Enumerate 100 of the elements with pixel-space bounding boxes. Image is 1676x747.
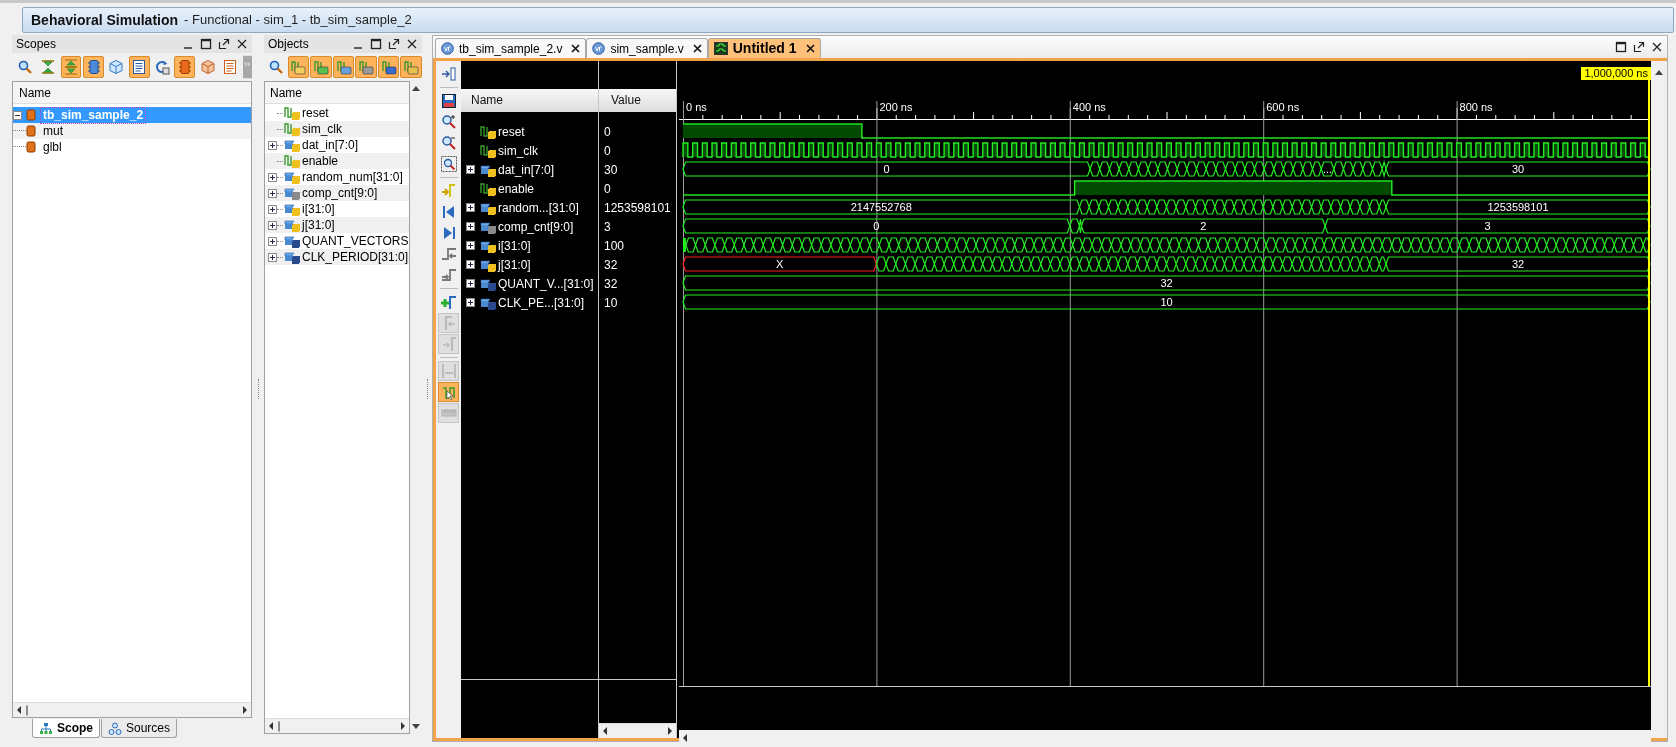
signal-name[interactable]: QUANT_V...[31:0] <box>498 274 594 293</box>
scroll-left-icon[interactable] <box>601 726 609 736</box>
expand-icon[interactable] <box>466 298 475 307</box>
scroll-right-icon[interactable] <box>241 705 249 715</box>
tree-item[interactable]: glbl <box>41 139 64 155</box>
scroll-right-icon[interactable] <box>399 721 407 731</box>
float-icon[interactable] <box>388 38 400 50</box>
expand-icon[interactable] <box>466 203 475 212</box>
add-marker-icon <box>440 294 457 310</box>
dock-icon <box>440 66 457 82</box>
scroll-up-icon[interactable] <box>1655 69 1663 75</box>
signal-name[interactable]: sim_clk <box>498 141 538 160</box>
close-icon[interactable] <box>805 44 815 53</box>
snap-icon <box>440 384 457 400</box>
scroll-down-icon[interactable] <box>412 724 420 730</box>
maximize-icon[interactable] <box>370 38 382 50</box>
time-tick-label: 0 ns <box>686 101 707 113</box>
bus-value: 32 <box>1160 277 1173 289</box>
signal-name[interactable]: dat_in[7:0] <box>498 160 555 179</box>
panel-tab[interactable]: Scope <box>32 719 100 738</box>
signal-value: 32 <box>604 256 618 274</box>
maximize-icon[interactable] <box>200 38 212 50</box>
sources-icon <box>108 721 122 735</box>
bus-value: ... <box>1322 163 1333 175</box>
expand-icon[interactable] <box>268 140 277 150</box>
object-item[interactable]: dat_in[7:0] <box>302 136 359 154</box>
expand-icon[interactable] <box>268 236 277 246</box>
tree-item[interactable]: mut <box>41 123 65 139</box>
expand-all-button[interactable] <box>60 56 82 78</box>
signal-name[interactable]: enable <box>498 179 535 198</box>
close-icon[interactable] <box>406 38 418 50</box>
signal-name[interactable]: j[31:0] <box>498 255 531 274</box>
zoom-fit-button[interactable] <box>438 154 459 174</box>
signal-name[interactable]: comp_cnt[9:0] <box>498 217 574 236</box>
scroll-right-icon[interactable] <box>666 726 674 736</box>
float-icon[interactable] <box>218 38 230 50</box>
expand-icon[interactable] <box>268 188 277 198</box>
bus-value: 1253598101 <box>1487 201 1549 213</box>
editor-tab[interactable]: tb_sim_sample_2.v <box>435 38 587 58</box>
search-icon <box>267 59 284 75</box>
maximize-icon[interactable] <box>1615 41 1627 53</box>
column-header[interactable]: Name <box>265 82 409 104</box>
object-item[interactable]: i[31:0] <box>302 200 335 218</box>
object-item[interactable]: reset <box>302 104 329 122</box>
signal-value: 32 <box>604 275 618 293</box>
signal-filter-button[interactable] <box>377 56 400 78</box>
cursor-line[interactable] <box>1648 79 1651 686</box>
object-item[interactable]: random_num[31:0] <box>302 168 403 186</box>
snap-button[interactable] <box>438 382 459 402</box>
chip-button[interactable] <box>83 56 105 78</box>
expand-icon[interactable] <box>466 222 475 231</box>
signal-name[interactable]: random...[31:0] <box>498 198 579 217</box>
close-icon[interactable] <box>692 44 702 53</box>
column-header[interactable]: Value <box>599 89 676 112</box>
object-item[interactable]: QUANT_VECTORS <box>302 232 409 250</box>
signal-value: 30 <box>604 161 618 179</box>
signal-filter-icon <box>358 59 375 75</box>
expand-icon[interactable] <box>466 241 475 250</box>
float-icon[interactable] <box>1633 41 1645 53</box>
close-icon[interactable] <box>236 38 248 50</box>
expand-icon[interactable] <box>466 165 475 174</box>
signal-value: 1253598101 <box>604 199 671 217</box>
expand-icon[interactable] <box>268 204 277 214</box>
scroll-thumb[interactable] <box>26 704 28 716</box>
expand-icon[interactable] <box>268 172 277 182</box>
time-tick-label: 800 ns <box>1459 101 1493 113</box>
scroll-left-icon[interactable] <box>267 721 275 731</box>
chip-icon <box>26 125 36 137</box>
file-icon <box>441 42 454 55</box>
signal-filter-button[interactable] <box>400 56 423 78</box>
cursor-time: 1,000,000 ns <box>1581 67 1651 80</box>
scroll-up-icon[interactable] <box>412 85 420 91</box>
collapse-icon[interactable] <box>13 110 22 120</box>
signal-name[interactable]: reset <box>498 122 525 141</box>
cube-icon <box>199 59 216 75</box>
expand-icon[interactable] <box>466 260 475 269</box>
signal-name[interactable]: i[31:0] <box>498 236 531 255</box>
signal-filter-icon <box>380 59 397 75</box>
close-icon[interactable] <box>1651 41 1663 53</box>
expand-icon[interactable] <box>268 220 277 230</box>
expand-icon[interactable] <box>268 252 277 262</box>
expand-icon[interactable] <box>466 279 475 288</box>
chip-button[interactable] <box>174 56 196 78</box>
scroll-thumb[interactable] <box>278 720 280 732</box>
editor-tab[interactable]: sim_sample.v <box>586 38 708 58</box>
signal-name[interactable]: CLK_PE...[31:0] <box>498 293 585 312</box>
column-header[interactable]: Name <box>461 89 598 112</box>
document-icon <box>222 59 239 75</box>
chip-icon <box>26 109 36 121</box>
close-icon[interactable] <box>571 44 581 53</box>
document-button[interactable] <box>128 56 150 78</box>
panel-tab[interactable]: Sources <box>101 719 178 738</box>
column-header[interactable]: Name <box>13 82 251 104</box>
next-edge-icon <box>440 267 457 283</box>
editor-tab[interactable]: Untitled 1 <box>707 38 821 58</box>
signal-filter-button[interactable] <box>332 56 355 78</box>
zoom-fit-icon <box>440 156 457 172</box>
scroll-left-icon[interactable] <box>681 732 689 743</box>
scroll-left-icon[interactable] <box>15 705 23 715</box>
signal-filter-button[interactable] <box>287 56 310 78</box>
